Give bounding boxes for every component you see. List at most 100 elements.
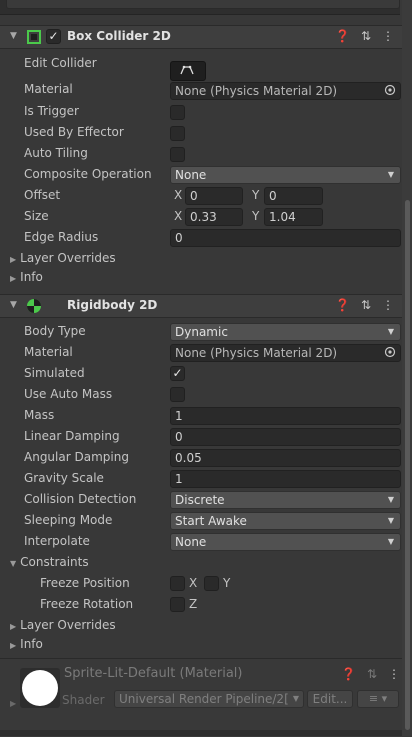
object-picker-icon[interactable] [384,346,396,358]
box-info-label: Info [20,270,43,284]
size-label: Size [24,209,49,223]
edit-collider-button[interactable] [170,61,206,81]
material-label: Material [24,82,73,96]
foldout-right-icon: ▶ [10,641,17,650]
used-by-effector-label: Used By Effector [24,125,124,139]
presets-icon[interactable]: ⇅ [361,298,371,312]
collision-detection-dropdown[interactable]: Discrete ▼ [170,491,401,509]
angular-damping-field[interactable]: 0.05 [170,449,401,467]
sleeping-mode-value: Start Awake [175,514,247,528]
use-auto-mass-label: Use Auto Mass [24,387,113,401]
size-y-field[interactable]: 1.04 [264,208,323,226]
rb-info-label: Info [20,637,43,651]
foldout-right-icon: ▶ [10,622,17,631]
foldout-down-icon: ▼ [10,559,17,568]
offset-y-axis-label[interactable]: Y [252,188,259,202]
foldout-arrow-icon[interactable]: ▼ [10,300,17,310]
freeze-position-y-label: Y [223,576,231,590]
box-collider-enabled-checkbox[interactable]: ✓ [46,29,61,44]
edit-collider-icon [180,65,194,75]
collision-detection-value: Discrete [175,493,225,507]
shader-edit-button[interactable]: Edit... [307,690,353,708]
scrollbar-thumb[interactable] [405,200,410,730]
edge-radius-field[interactable]: 0 [170,229,401,247]
foldout-arrow-icon[interactable]: ▼ [10,31,17,41]
dropdown-caret-icon: ▼ [387,537,394,546]
box-collider-header[interactable]: ▼ ✓ Box Collider 2D ❓ ⇅ ⋮ [0,25,402,49]
material-foldout-icon[interactable]: ▶ [10,699,16,708]
previous-component-strip [0,0,400,15]
composite-operation-dropdown[interactable]: None ▼ [170,166,401,184]
auto-tiling-label: Auto Tiling [24,146,88,160]
rb-material-value: None (Physics Material 2D) [175,346,338,360]
gravity-scale-label: Gravity Scale [24,471,104,485]
context-menu-icon[interactable]: ⋮ [382,298,394,312]
freeze-position-label: Freeze Position [40,576,130,590]
rb-layer-overrides-foldout[interactable]: ▶ Layer Overrides [10,618,116,632]
rigidbody-header[interactable]: ▼ Rigidbody 2D ❓ ⇅ ⋮ [0,294,402,318]
bottom-divider [0,730,402,736]
box-layer-overrides-foldout[interactable]: ▶ Layer Overrides [10,251,116,265]
freeze-rotation-label: Freeze Rotation [40,597,134,611]
size-y-axis-label[interactable]: Y [252,209,259,223]
offset-x-field[interactable]: 0 [185,187,243,205]
is-trigger-checkbox[interactable] [170,105,185,120]
simulated-checkbox[interactable]: ✓ [170,366,185,381]
linear-damping-field[interactable]: 0 [170,428,401,446]
help-icon[interactable]: ❓ [341,667,356,681]
context-menu-icon[interactable]: ⋮ [388,667,400,681]
shader-dropdown[interactable]: Universal Render Pipeline/2[▼ [114,690,304,708]
rb-material-label: Material [24,345,73,359]
use-auto-mass-checkbox[interactable] [170,387,185,402]
foldout-right-icon: ▶ [10,274,17,283]
object-picker-icon[interactable] [384,84,396,96]
constraints-label: Constraints [20,555,89,569]
material-field[interactable]: None (Physics Material 2D) [170,82,401,100]
shader-label: Shader [62,693,105,707]
constraints-foldout[interactable]: ▼ Constraints [10,555,89,569]
freeze-position-x-label: X [189,576,198,590]
collision-detection-label: Collision Detection [24,492,137,506]
offset-label: Offset [24,188,61,202]
size-x-axis-label[interactable]: X [174,209,182,223]
sleeping-mode-dropdown[interactable]: Start Awake ▼ [170,512,401,530]
used-by-effector-checkbox[interactable] [170,126,185,141]
edge-radius-label: Edge Radius [24,230,99,244]
material-value: None (Physics Material 2D) [175,84,338,98]
material-header-icons: ❓ ⇅ ⋮ [341,667,400,681]
rb-material-field[interactable]: None (Physics Material 2D) [170,344,401,362]
freeze-position-y-checkbox[interactable] [204,576,219,591]
is-trigger-label: Is Trigger [24,104,79,118]
help-icon[interactable]: ❓ [335,29,350,43]
sleeping-mode-label: Sleeping Mode [24,513,113,527]
foldout-right-icon: ▶ [10,255,17,264]
box-info-foldout[interactable]: ▶ Info [10,270,43,284]
shader-list-button[interactable]: ≡ ▾ [357,690,399,708]
body-type-value: Dynamic [175,325,228,339]
dropdown-caret-icon: ▼ [387,327,394,336]
size-x-field[interactable]: 0.33 [185,208,243,226]
mass-label: Mass [24,408,55,422]
freeze-position-x-checkbox[interactable] [170,576,185,591]
presets-icon[interactable]: ⇅ [361,29,371,43]
box-layer-overrides-label: Layer Overrides [20,251,116,265]
mass-field[interactable]: 1 [170,407,401,425]
help-icon[interactable]: ❓ [335,298,350,312]
presets-icon[interactable]: ⇅ [367,667,377,681]
box-collider-icon [27,30,41,44]
rigidbody-icon [27,299,41,313]
interpolate-dropdown[interactable]: None ▼ [170,533,401,551]
body-type-dropdown[interactable]: Dynamic ▼ [170,323,401,341]
rigidbody-title: Rigidbody 2D [67,298,158,312]
composite-operation-value: None [175,168,207,182]
auto-tiling-checkbox[interactable] [170,147,185,162]
context-menu-icon[interactable]: ⋮ [382,29,394,43]
edit-collider-label: Edit Collider [24,56,97,70]
offset-x-axis-label[interactable]: X [174,188,182,202]
offset-y-field[interactable]: 0 [264,187,323,205]
freeze-rotation-z-checkbox[interactable] [170,597,185,612]
rb-info-foldout[interactable]: ▶ Info [10,637,43,651]
gravity-scale-field[interactable]: 1 [170,470,401,488]
simulated-label: Simulated [24,366,85,380]
interpolate-value: None [175,535,207,549]
